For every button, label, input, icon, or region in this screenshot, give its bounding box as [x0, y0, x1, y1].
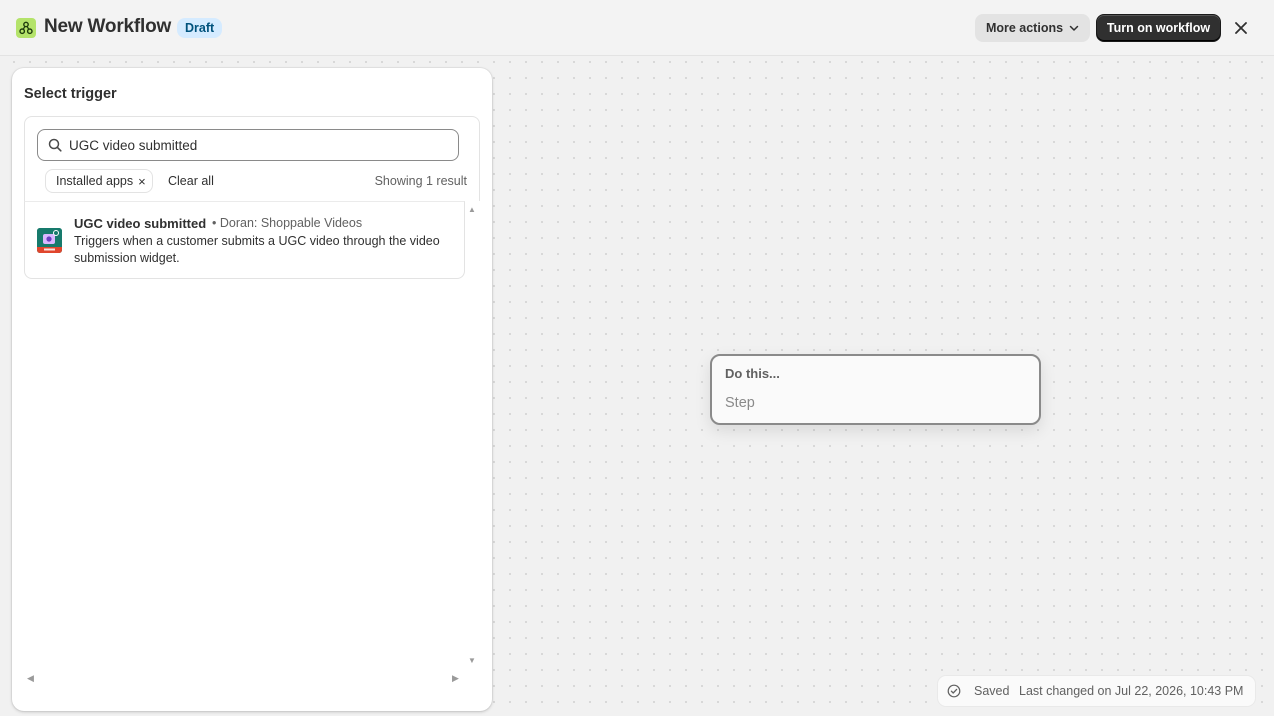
step-placeholder: Step [725, 395, 755, 411]
check-circle-icon [947, 684, 961, 698]
turn-on-workflow-button[interactable]: Turn on workflow [1096, 14, 1221, 42]
result-description: Triggers when a customer submits a UGC v… [74, 234, 440, 265]
result-list: UGC video submitted • Doran: Shoppable V… [24, 201, 465, 279]
list-item[interactable]: UGC video submitted • Doran: Shoppable V… [25, 202, 464, 278]
search-input[interactable] [69, 130, 454, 160]
more-actions-label: More actions [985, 21, 1064, 35]
workflow-icon [16, 18, 36, 38]
search-field[interactable] [37, 129, 459, 161]
scroll-left-arrow[interactable]: ◀ [27, 673, 34, 684]
search-card: Installed apps × Clear all Showing 1 res… [24, 116, 480, 201]
close-icon [1235, 22, 1247, 34]
close-button[interactable] [1230, 17, 1252, 39]
filter-chip-installed-apps[interactable]: Installed apps × [45, 169, 153, 193]
chip-remove-icon[interactable]: × [138, 174, 146, 189]
scroll-down-arrow[interactable]: ▼ [467, 656, 477, 666]
trigger-panel: Select trigger Installed apps × Clear al… [12, 68, 492, 711]
saved-label: Saved [974, 684, 1010, 698]
status-badge: Draft [177, 18, 223, 38]
panel-title: Select trigger [24, 86, 117, 102]
page-title: New Workflow [44, 16, 172, 37]
clear-all-button[interactable]: Clear all [168, 174, 214, 188]
step-node[interactable]: Do this... Step [710, 354, 1041, 425]
scroll-up-arrow[interactable]: ▲ [467, 205, 477, 215]
save-status: Saved Last changed on Jul 22, 2026, 10:4… [938, 676, 1255, 706]
result-count: Showing 1 result [374, 174, 467, 188]
last-changed-timestamp: Last changed on Jul 22, 2026, 10:43 PM [1019, 684, 1244, 698]
result-source: • Doran: Shoppable Videos [212, 216, 363, 230]
filter-chip-label: Installed apps [56, 174, 134, 188]
chevron-down-icon [1069, 25, 1079, 31]
result-title: UGC video submitted [74, 216, 207, 231]
search-icon [48, 138, 62, 152]
top-bar: New Workflow Draft More actions Turn on … [0, 0, 1274, 56]
doran-app-icon [37, 228, 62, 253]
more-actions-button[interactable]: More actions [975, 14, 1090, 42]
scroll-right-arrow[interactable]: ▶ [452, 673, 459, 684]
step-heading: Do this... [725, 366, 780, 381]
